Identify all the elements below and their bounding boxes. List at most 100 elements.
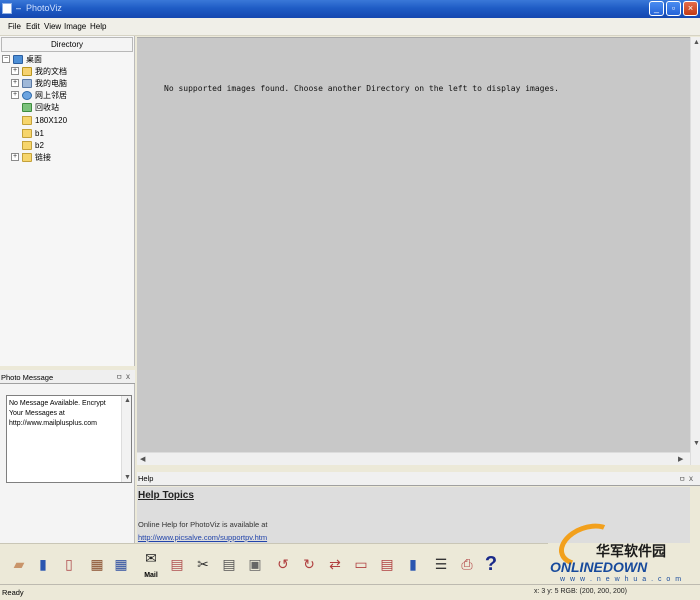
photo-message-text: No Message Available. Encrypt Your Messa… <box>9 400 106 427</box>
directory-header[interactable]: Directory <box>1 37 133 52</box>
photo-message-titlebar: Photo Message ㅁ x <box>0 370 135 384</box>
scroll-up-icon[interactable]: ▲ <box>693 39 700 46</box>
folder-icon <box>22 152 32 162</box>
paperclip-button[interactable]: ▯ <box>58 548 80 580</box>
copy-button[interactable]: ▤ <box>218 548 240 580</box>
help-topics-heading: Help Topics <box>138 490 194 501</box>
help-button[interactable]: ? <box>480 548 502 580</box>
tree-item-b1[interactable]: b1 <box>22 127 44 139</box>
tree-item-my-computer[interactable]: + 我的电脑 <box>11 77 67 89</box>
minimize-button[interactable]: _ <box>649 1 664 16</box>
tree-item-recycle-bin[interactable]: 回收站 <box>22 101 59 113</box>
flip-button[interactable]: ⇄ <box>324 548 346 580</box>
app-icon[interactable] <box>2 3 12 14</box>
system-menu-icon[interactable]: – <box>16 3 21 13</box>
print-button[interactable]: ⎙ <box>456 548 478 580</box>
paste-button[interactable]: ▣ <box>244 548 266 580</box>
resize-button[interactable]: ▭ <box>350 548 372 580</box>
mail-icon: ✉ <box>145 550 157 566</box>
close-button[interactable]: × <box>683 1 698 16</box>
mail-button[interactable]: Mail ✉ <box>140 548 162 580</box>
scroll-down-icon[interactable]: ▼ <box>124 474 131 481</box>
scroll-down-icon[interactable]: ▼ <box>693 440 700 447</box>
tree-item-links[interactable]: + 链接 <box>11 151 51 163</box>
help-titlebar: Help ㅁ x <box>137 472 700 486</box>
tree-item-desktop[interactable]: − 桌面 <box>2 53 42 65</box>
open-folder-icon: ▰ <box>13 556 25 572</box>
paperclip-icon: ▯ <box>65 556 73 572</box>
document-button[interactable]: ▤ <box>166 548 188 580</box>
viewer-horizontal-scrollbar[interactable]: ◀ ▶ <box>137 452 690 465</box>
export-button[interactable]: ▮ <box>32 548 54 580</box>
folder-icon <box>22 140 32 150</box>
help-text: Online Help for PhotoViz is available at <box>138 520 268 529</box>
print-icon: ⎙ <box>461 556 473 572</box>
tree-item-b2[interactable]: b2 <box>22 139 44 151</box>
scroll-left-icon[interactable]: ◀ <box>140 455 145 463</box>
menu-bar: File Edit View Image Help <box>0 18 700 36</box>
thumbnail-view-button[interactable]: ▦ <box>86 548 108 580</box>
tree-item-label: 桌面 <box>26 54 42 64</box>
maximize-button[interactable]: ▫ <box>666 1 681 16</box>
photo-message-title: Photo Message <box>1 373 54 382</box>
expand-icon[interactable]: + <box>11 79 19 87</box>
copy-icon: ▤ <box>222 556 236 572</box>
watermark-url: w w w . n e w h u a . c o m <box>560 576 683 583</box>
recycle-bin-icon <box>22 102 32 112</box>
main-toolbar: ▰ ▮ ▯ ▦ ▦ Mail ✉ ▤ ✂ ▤ ▣ ↺ ↻ ⇄ ▭ ▤ ▮ ☰ ⎙? <box>0 543 548 583</box>
expand-icon[interactable]: + <box>11 153 19 161</box>
sd-card-button[interactable]: ▮ <box>402 548 424 580</box>
tree-item-label: 180X120 <box>35 115 68 125</box>
watermark-brand: ONLINEDOWN <box>550 559 648 575</box>
menu-image[interactable]: Image <box>64 22 86 31</box>
tree-item-label: b2 <box>35 140 44 150</box>
folder-icon <box>22 128 32 138</box>
desktop-icon <box>13 54 23 64</box>
pin-icon[interactable]: ㅁ <box>679 474 685 484</box>
tree-item-180x120[interactable]: 180X120 <box>22 114 67 126</box>
expand-icon[interactable]: + <box>11 67 19 75</box>
rotate-left-icon: ↺ <box>277 556 289 572</box>
collapse-icon[interactable]: − <box>2 55 10 63</box>
list-icon: ☰ <box>434 556 448 572</box>
rotate-right-button[interactable]: ↻ <box>298 548 320 580</box>
rotate-left-button[interactable]: ↺ <box>272 548 294 580</box>
thumbnail-view-icon: ▦ <box>90 556 104 572</box>
close-icon[interactable]: x <box>689 474 693 483</box>
photo-message-textbox[interactable]: No Message Available. Encrypt Your Messa… <box>6 395 132 483</box>
network-icon <box>22 90 32 100</box>
menu-view[interactable]: View <box>44 22 61 31</box>
document-icon: ▤ <box>170 556 184 572</box>
expand-icon[interactable]: + <box>11 91 19 99</box>
properties-button[interactable]: ▤ <box>376 548 398 580</box>
title-bar: – PhotoViz _ ▫ × <box>0 0 700 18</box>
resize-icon: ▭ <box>354 556 368 572</box>
menu-file[interactable]: File <box>8 22 21 31</box>
pin-icon[interactable]: ㅁ <box>116 372 122 382</box>
menu-help[interactable]: Help <box>90 22 106 31</box>
directory-panel: Directory − 桌面 + 我的文档 + 我的电脑 + 网上邻居 回收站 … <box>0 36 135 366</box>
tree-item-label: 网上邻居 <box>35 90 67 100</box>
no-images-message: No supported images found. Choose anothe… <box>164 84 559 93</box>
tree-item-label: 我的电脑 <box>35 78 67 88</box>
tree-item-network[interactable]: + 网上邻居 <box>11 89 67 101</box>
window-title: PhotoViz <box>26 3 62 13</box>
tree-item-label: 链接 <box>35 152 51 162</box>
scroll-right-icon[interactable]: ▶ <box>678 455 683 463</box>
image-viewer[interactable]: No supported images found. Choose anothe… <box>137 37 690 452</box>
scroll-up-icon[interactable]: ▲ <box>124 397 131 404</box>
flip-icon: ⇄ <box>329 556 341 572</box>
tree-item-label: 我的文档 <box>35 66 67 76</box>
menu-edit[interactable]: Edit <box>26 22 40 31</box>
help-link[interactable]: http://www.picsalve.com/supportpv.htm <box>138 533 267 542</box>
viewer-vertical-scrollbar[interactable]: ▲ ▼ <box>690 37 700 465</box>
list-button[interactable]: ☰ <box>430 548 452 580</box>
documents-folder-icon <box>22 66 32 76</box>
calendar-view-button[interactable]: ▦ <box>110 548 132 580</box>
help-title: Help <box>138 474 154 483</box>
photo-message-scrollbar[interactable]: ▲ ▼ <box>121 396 131 482</box>
close-icon[interactable]: x <box>126 372 130 381</box>
cut-button[interactable]: ✂ <box>192 548 214 580</box>
tree-item-my-documents[interactable]: + 我的文档 <box>11 65 67 77</box>
open-folder-button[interactable]: ▰ <box>8 548 30 580</box>
